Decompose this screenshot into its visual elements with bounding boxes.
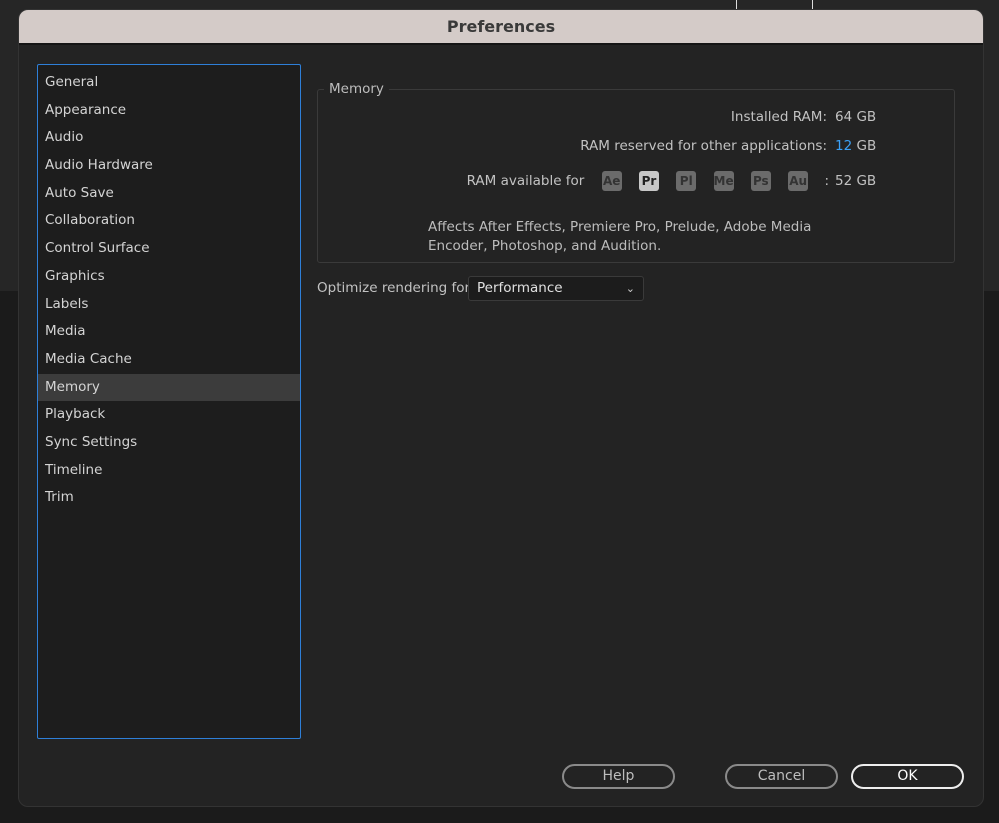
- reserved-ram-value[interactable]: 12: [835, 138, 852, 154]
- app-badge-au: Au: [788, 171, 809, 191]
- reserved-ram-row: RAM reserved for other applications: 12 G…: [580, 138, 885, 154]
- memory-group-legend: Memory: [324, 81, 389, 97]
- preferences-category-list[interactable]: General Appearance Audio Audio Hardware …: [37, 64, 301, 739]
- installed-ram-row: Installed RAM: 64 GB: [731, 109, 885, 125]
- sidebar-item-playback[interactable]: Playback: [38, 401, 300, 429]
- sidebar-item-appearance[interactable]: Appearance: [38, 97, 300, 125]
- sidebar-item-timeline[interactable]: Timeline: [38, 457, 300, 485]
- sidebar-item-labels[interactable]: Labels: [38, 291, 300, 319]
- app-badge-ae: Ae: [601, 171, 622, 191]
- sidebar-item-collaboration[interactable]: Collaboration: [38, 207, 300, 235]
- available-ram-label: RAM available for: [466, 173, 585, 189]
- sidebar-item-audio[interactable]: Audio: [38, 124, 300, 152]
- app-badge-me: Me: [713, 171, 734, 191]
- reserved-ram-label: RAM reserved for other applications:: [580, 138, 827, 154]
- optimize-rendering-dropdown[interactable]: Performance ⌄: [468, 276, 644, 301]
- available-ram-value: 52 GB: [835, 173, 877, 189]
- app-badge-pr: Pr: [638, 171, 659, 191]
- memory-group: Memory Installed RAM: 64 GB RAM reserved …: [317, 81, 955, 263]
- sidebar-item-auto-save[interactable]: Auto Save: [38, 180, 300, 208]
- cancel-button[interactable]: Cancel: [725, 764, 838, 789]
- sidebar-item-graphics[interactable]: Graphics: [38, 263, 300, 291]
- installed-ram-value: 64 GB: [835, 109, 877, 125]
- sidebar-item-media-cache[interactable]: Media Cache: [38, 346, 300, 374]
- installed-ram-label: Installed RAM:: [730, 109, 827, 125]
- sidebar-item-audio-hardware[interactable]: Audio Hardware: [38, 152, 300, 180]
- available-ram-row: RAM available for Ae Pr Pl Me Ps Au :52 …: [467, 171, 885, 191]
- available-ram-separator: :: [824, 173, 829, 189]
- sidebar-item-memory[interactable]: Memory: [38, 373, 300, 402]
- memory-note: Affects After Effects, Premiere Pro, Pre…: [428, 219, 812, 254]
- reserved-ram-unit: GB: [856, 138, 877, 154]
- sidebar-item-control-surface[interactable]: Control Surface: [38, 235, 300, 263]
- sidebar-item-general[interactable]: General: [38, 69, 300, 97]
- sidebar-item-media[interactable]: Media: [38, 318, 300, 346]
- chevron-down-icon: ⌄: [625, 282, 635, 295]
- optimize-rendering-value: Performance: [477, 280, 563, 296]
- app-badge-pl: Pl: [676, 171, 697, 191]
- dialog-title: Preferences: [19, 10, 983, 45]
- app-badge-ps: Ps: [750, 171, 771, 191]
- optimize-rendering-label: Optimize rendering for:: [317, 280, 475, 296]
- sidebar-item-trim[interactable]: Trim: [38, 484, 300, 512]
- help-button[interactable]: Help: [562, 764, 675, 789]
- sidebar-item-sync-settings[interactable]: Sync Settings: [38, 429, 300, 457]
- ok-button[interactable]: OK: [851, 764, 964, 789]
- preferences-dialog: Preferences General Appearance Audio Aud…: [18, 9, 984, 807]
